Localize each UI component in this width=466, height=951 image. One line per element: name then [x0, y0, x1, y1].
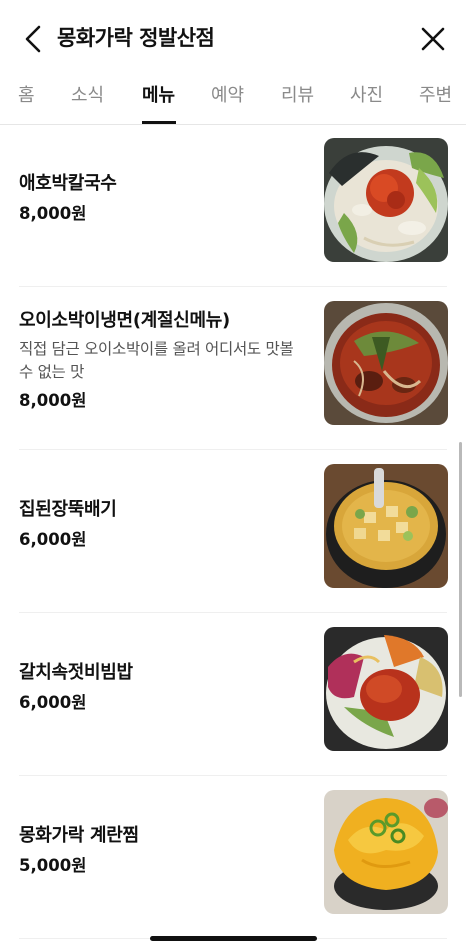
cold-noodle-image	[324, 301, 448, 425]
menu-item-name: 오이소박이냉면(계절신메뉴)	[19, 310, 230, 331]
menu-item-text: 오이소박이냉면(계절신메뉴) 직접 담근 오이소박이를 올려 어디서도 맛볼 수…	[19, 308, 309, 413]
menu-item[interactable]: 갈치속젓비빔밥 6,000원	[0, 614, 466, 776]
bibimbap-image	[324, 627, 448, 751]
menu-item[interactable]: 집된장뚝배기 6,000원	[0, 451, 466, 613]
divider	[19, 449, 447, 450]
top-bar: 몽화가락 정발산점	[0, 0, 466, 76]
tab-nearby[interactable]: 주변	[419, 83, 452, 109]
close-button[interactable]	[418, 24, 448, 54]
tab-news[interactable]: 소식	[71, 83, 104, 109]
tab-review[interactable]: 리뷰	[281, 83, 314, 109]
tab-menu[interactable]: 메뉴	[142, 83, 175, 109]
tab-bar: 홈 소식 메뉴 예약 리뷰 사진 주변	[0, 76, 466, 125]
divider	[19, 286, 447, 287]
scrollbar[interactable]	[459, 442, 462, 697]
divider	[19, 775, 447, 776]
close-icon	[421, 27, 445, 51]
menu-item-text: 몽화가락 계란찜 5,000원	[19, 823, 309, 878]
menu-item-photo[interactable]	[324, 138, 448, 262]
menu-item-price: 6,000원	[19, 530, 87, 549]
page-title: 몽화가락 정발산점	[57, 26, 215, 50]
home-indicator[interactable]	[150, 936, 317, 941]
menu-item-photo[interactable]	[324, 627, 448, 751]
noodle-soup-image	[324, 138, 448, 262]
menu-item-name: 몽화가락 계란찜	[19, 825, 139, 846]
menu-item-photo[interactable]	[324, 464, 448, 588]
tab-photos[interactable]: 사진	[350, 83, 383, 109]
menu-item-photo[interactable]	[324, 790, 448, 914]
active-tab-indicator	[142, 121, 176, 124]
menu-item-price: 6,000원	[19, 693, 87, 712]
soybean-stew-image	[324, 464, 448, 588]
menu-item-price: 5,000원	[19, 856, 87, 875]
divider	[19, 612, 447, 613]
menu-item-price: 8,000원	[19, 204, 87, 223]
menu-item-name: 애호박칼국수	[19, 173, 117, 194]
menu-item-description: 직접 담근 오이소박이를 올려 어디서도 맛볼 수 없는 맛	[19, 340, 294, 381]
back-button[interactable]	[18, 22, 48, 56]
menu-item[interactable]: 오이소박이냉면(계절신메뉴) 직접 담근 오이소박이를 올려 어디서도 맛볼 수…	[0, 288, 466, 450]
tab-reservation[interactable]: 예약	[211, 83, 244, 109]
menu-item-name: 집된장뚝배기	[19, 499, 117, 520]
menu-item-text: 애호박칼국수 8,000원	[19, 171, 309, 226]
steamed-egg-image	[324, 790, 448, 914]
menu-item[interactable]: 몽화가락 계란찜 5,000원	[0, 777, 466, 939]
tab-home[interactable]: 홈	[18, 83, 35, 109]
menu-item-price: 8,000원	[19, 391, 87, 410]
menu-item-photo[interactable]	[324, 301, 448, 425]
menu-item-text: 갈치속젓비빔밥 6,000원	[19, 660, 309, 715]
menu-item-name: 갈치속젓비빔밥	[19, 662, 133, 683]
chevron-left-icon	[25, 25, 41, 53]
menu-item-text: 집된장뚝배기 6,000원	[19, 497, 309, 552]
menu-item[interactable]: 애호박칼국수 8,000원	[0, 125, 466, 287]
